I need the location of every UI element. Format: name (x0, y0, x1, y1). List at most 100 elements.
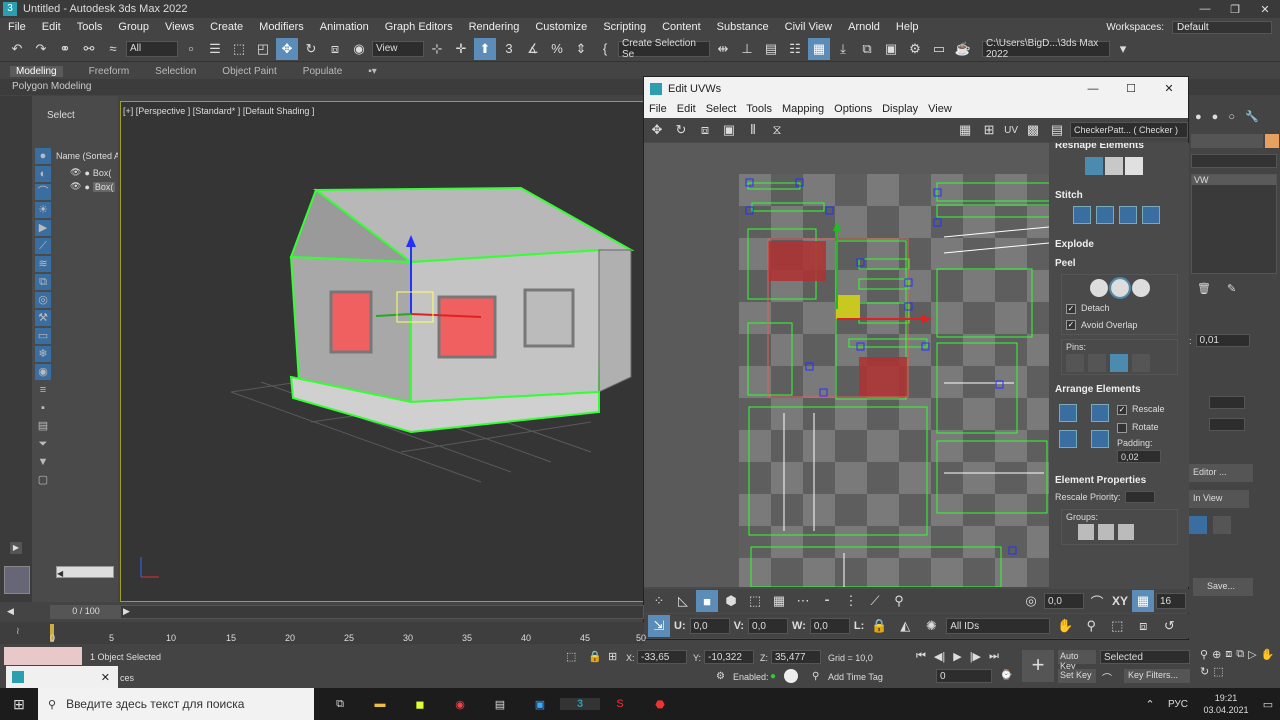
ring-icon[interactable]: ⋯ (792, 590, 814, 612)
house-model[interactable] (121, 102, 643, 601)
uv-scale-icon[interactable]: ⧈ (694, 119, 716, 141)
uv-export-icon[interactable] (1189, 516, 1207, 534)
select-manipulate-icon[interactable]: ✛ (450, 38, 472, 60)
visibility-eye-icon[interactable]: 👁 (70, 167, 81, 178)
snap-icon[interactable]: 3 (498, 38, 520, 60)
uv-grid-icon[interactable]: ⊞ (978, 119, 1000, 141)
set-key-button[interactable]: Set Key (1058, 669, 1096, 683)
menu-substance[interactable]: Substance (709, 21, 777, 33)
minimize-button[interactable]: — (1190, 3, 1220, 15)
menu-arnold[interactable]: Arnold (840, 21, 888, 33)
curve-editor-icon[interactable]: ⤓ (832, 38, 854, 60)
select-label[interactable]: Select (32, 96, 118, 121)
rotate-checkbox[interactable] (1117, 422, 1127, 433)
transform-type-icon[interactable]: ⊞ (608, 650, 617, 663)
modifier-stack[interactable]: VW (1191, 174, 1277, 274)
align-icon[interactable]: ⊥ (736, 38, 758, 60)
unlink-icon[interactable]: ⚯ (78, 38, 100, 60)
uv-texture-icon[interactable]: ▤ (1046, 119, 1068, 141)
maximize-viewport-icon[interactable]: ⬚ (1213, 665, 1223, 678)
ribbon-tab-object-paint[interactable]: Object Paint (222, 66, 276, 77)
padding-spinner[interactable]: 0,02 (1117, 450, 1161, 464)
uv-mirror-icon[interactable]: ⫴ (742, 119, 764, 141)
grid-snap-icon[interactable]: ▦ (1132, 590, 1154, 612)
uv-flip-icon[interactable]: ⧖ (766, 119, 788, 141)
time-slider-prev-icon[interactable]: ◀ (7, 606, 14, 617)
goto-start-icon[interactable]: ⏮ (916, 650, 926, 663)
id-filter-dropdown[interactable]: All IDs (946, 618, 1051, 634)
ribbon-options-icon[interactable]: ▪▾ (368, 66, 377, 77)
goto-end-icon[interactable]: ⏭ (989, 650, 999, 663)
next-frame-icon[interactable]: |▶ (970, 650, 981, 663)
explorer-app-icon[interactable]: ▬ (360, 698, 400, 710)
y-coordinate-field[interactable]: -10,322 (704, 650, 754, 664)
geometry-filter-icon[interactable]: ◐ (35, 166, 51, 182)
display-children-icon[interactable]: ≡ (35, 382, 51, 398)
menu-rendering[interactable]: Rendering (461, 21, 528, 33)
open-uv-editor-button[interactable]: Editor ... (1189, 464, 1253, 482)
pan-nav-icon[interactable]: ✋ (1261, 648, 1275, 661)
fov-icon[interactable]: ▷ (1248, 648, 1256, 661)
menu-tools[interactable]: Tools (69, 21, 111, 33)
app-icon-5[interactable]: ▣ (520, 698, 560, 711)
project-path[interactable]: C:\Users\BigD...\3ds Max 2022 (982, 38, 1110, 60)
track-bar-icon[interactable]: ≀ (16, 626, 20, 637)
menu-animation[interactable]: Animation (312, 21, 377, 33)
param-spinner-2[interactable] (1209, 418, 1245, 431)
render-frame-icon[interactable]: ▭ (928, 38, 950, 60)
enabled-indicator-icon[interactable]: ● (770, 671, 776, 682)
isolate-icon[interactable] (784, 669, 798, 683)
modifier-stack-item[interactable]: VW (1192, 175, 1276, 185)
zoom-all-icon[interactable]: ⊕ (1212, 648, 1221, 661)
peel-header[interactable]: Peel (1049, 255, 1190, 272)
substance-painter-icon[interactable]: ⬣ (640, 698, 680, 711)
zoom-region-icon[interactable]: ⬚ (1106, 615, 1128, 637)
reference-coord-dropdown[interactable]: View (372, 40, 424, 57)
paint-select-icon[interactable]: ⟋ (864, 590, 886, 612)
motion-tab-icon[interactable]: ○ (1228, 111, 1235, 123)
containers-filter-icon[interactable]: ▭ (35, 328, 51, 344)
visibility-eye-icon[interactable]: 👁 (70, 181, 81, 192)
key-filters-button[interactable]: Key Filters... (1124, 669, 1190, 683)
object-name-field[interactable] (1191, 134, 1263, 148)
thumb-close-icon[interactable]: ✕ (101, 671, 118, 684)
uv-menu-mapping[interactable]: Mapping (777, 103, 829, 115)
falloff-spinner[interactable]: 0,0 (1043, 593, 1084, 609)
substance-app-icon[interactable]: S (600, 698, 640, 710)
spacewarps-filter-icon[interactable]: ≋ (35, 256, 51, 272)
time-slider-thumb[interactable]: 0 / 100 (51, 606, 121, 618)
current-frame-field[interactable]: 0 (936, 669, 992, 683)
key-selection-dropdown[interactable]: Selected (1100, 650, 1190, 664)
uv-maximize-button[interactable]: ☐ (1112, 82, 1150, 95)
explode-header[interactable]: Explode (1049, 236, 1190, 253)
menu-content[interactable]: Content (654, 21, 709, 33)
hierarchy-tab-icon[interactable]: ● (1212, 111, 1219, 123)
placement-icon[interactable]: ◉ (348, 38, 370, 60)
pan-icon[interactable]: ✋ (1054, 615, 1076, 637)
undo-view-icon[interactable]: ↺ (1158, 615, 1180, 637)
xrefs-filter-icon[interactable]: ◎ (35, 292, 51, 308)
time-slider-next-icon[interactable]: ▶ (123, 606, 130, 617)
polygon-mode-icon[interactable]: ■ (696, 590, 718, 612)
vertex-mode-icon[interactable]: ⁘ (648, 590, 670, 612)
uv-menu-edit[interactable]: Edit (672, 103, 701, 115)
menu-views[interactable]: Views (157, 21, 202, 33)
tray-arrow-icon[interactable]: ⌃ (1140, 698, 1160, 711)
menu-modifiers[interactable]: Modifiers (251, 21, 312, 33)
zoom-extents-icon[interactable]: ⧈ (1132, 615, 1154, 637)
lock-icon[interactable]: 🔒 (868, 615, 890, 637)
save-button[interactable]: Save... (1193, 578, 1253, 596)
menu-create[interactable]: Create (202, 21, 251, 33)
flatten-icon[interactable] (1125, 157, 1143, 175)
explorer-column-header[interactable]: Name (Sorted A (56, 151, 118, 161)
mirror-icon[interactable]: ⇹ (712, 38, 734, 60)
configure-sets-icon[interactable]: ✎ (1227, 282, 1236, 295)
menu-civil-view[interactable]: Civil View (777, 21, 840, 33)
perspective-viewport[interactable]: [+] [Perspective ] [Standard* ] [Default… (120, 101, 644, 602)
render-icon[interactable]: ☕ (952, 38, 974, 60)
adaptive-degradation-icon[interactable]: ⚙ (716, 671, 725, 682)
uv-freeform-icon[interactable]: ▣ (718, 119, 740, 141)
material-editor-icon[interactable]: ▣ (880, 38, 902, 60)
create-tab-icon[interactable]: ● (1195, 111, 1202, 123)
modifier-list-dropdown[interactable] (1191, 154, 1277, 168)
